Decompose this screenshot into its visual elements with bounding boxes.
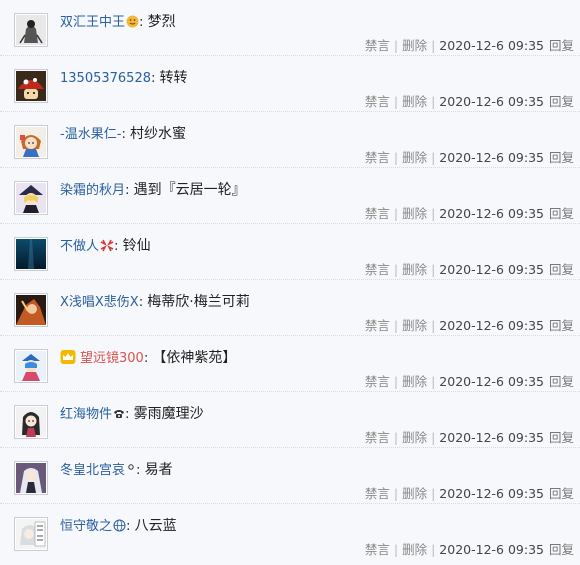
avatar[interactable] xyxy=(14,125,48,159)
ban-button[interactable]: 禁言 xyxy=(365,374,390,389)
smiley-badge-icon xyxy=(126,14,139,34)
reply-button[interactable]: 回复 xyxy=(549,542,574,557)
vip-crown-icon xyxy=(60,349,76,371)
delete-button[interactable]: 删除 xyxy=(402,430,427,445)
avatar[interactable] xyxy=(14,349,48,383)
ban-button[interactable]: 禁言 xyxy=(365,206,390,221)
comment-username[interactable]: 双汇王中王 xyxy=(60,15,125,30)
ban-button[interactable]: 禁言 xyxy=(365,150,390,165)
comment-meta: 禁言 | 删除 | 2020-12-6 09:35 回复 xyxy=(364,262,574,277)
comment-timestamp: 2020-12-6 09:35 xyxy=(439,542,544,557)
comment-timestamp: 2020-12-6 09:35 xyxy=(439,262,544,277)
delete-button[interactable]: 删除 xyxy=(402,542,427,557)
reply-button[interactable]: 回复 xyxy=(549,206,574,221)
comment-row: 恒守敬之: 八云蓝 禁言 | 删除 | 2020-12-6 09:35 回复 xyxy=(0,504,580,560)
delete-button[interactable]: 删除 xyxy=(402,374,427,389)
reply-button[interactable]: 回复 xyxy=(549,374,574,389)
comment-meta: 禁言 | 删除 | 2020-12-6 09:35 回复 xyxy=(364,150,574,165)
reply-button[interactable]: 回复 xyxy=(549,150,574,165)
degree-badge-icon xyxy=(126,462,136,482)
comment-username[interactable]: 红海物件 xyxy=(60,407,112,422)
comment-meta: 禁言 | 删除 | 2020-12-6 09:35 回复 xyxy=(364,94,574,109)
avatar[interactable] xyxy=(14,461,48,495)
comment-meta: 禁言 | 删除 | 2020-12-6 09:35 回复 xyxy=(364,374,574,389)
comment-timestamp: 2020-12-6 09:35 xyxy=(439,38,544,53)
comment-text: 梅蒂欣·梅兰可莉 xyxy=(147,294,250,310)
comment-timestamp: 2020-12-6 09:35 xyxy=(439,206,544,221)
reply-button[interactable]: 回复 xyxy=(549,94,574,109)
comment-username[interactable]: 望远镜300 xyxy=(80,351,144,366)
comment-text: 雾雨魔理沙 xyxy=(133,406,204,422)
comment-text: 村纱水蜜 xyxy=(129,126,186,142)
delete-button[interactable]: 删除 xyxy=(402,262,427,277)
reply-button[interactable]: 回复 xyxy=(549,262,574,277)
ban-button[interactable]: 禁言 xyxy=(365,94,390,109)
comment-username[interactable]: 染霜的秋月 xyxy=(60,183,125,198)
comment-row: 望远镜300: 【依神紫苑】 禁言 | 删除 | 2020-12-6 09:35 回复 xyxy=(0,336,580,392)
comment-username[interactable]: 13505376528 xyxy=(60,71,151,86)
comment-text: 转转 xyxy=(159,70,188,86)
globe-badge-icon xyxy=(113,518,126,538)
reply-button[interactable]: 回复 xyxy=(549,38,574,53)
comment-meta: 禁言 | 删除 | 2020-12-6 09:35 回复 xyxy=(364,542,574,557)
comment-meta: 禁言 | 删除 | 2020-12-6 09:35 回复 xyxy=(364,430,574,445)
comment-timestamp: 2020-12-6 09:35 xyxy=(439,150,544,165)
ban-button[interactable]: 禁言 xyxy=(365,542,390,557)
avatar[interactable] xyxy=(14,181,48,215)
anger-badge-icon xyxy=(100,238,114,258)
comment-meta: 禁言 | 删除 | 2020-12-6 09:35 回复 xyxy=(364,206,574,221)
comment-list: 双汇王中王: 梦烈 禁言 | 删除 | 2020-12-6 09:35 回复 1350537… xyxy=(0,0,580,565)
comment-text: 铃仙 xyxy=(122,238,151,254)
comment-text: 【依神紫苑】 xyxy=(152,350,237,366)
comment-username[interactable]: -温水果仁- xyxy=(60,127,121,142)
avatar[interactable] xyxy=(14,293,48,327)
comment-row: 不做人: 铃仙 禁言 | 删除 | 2020-12-6 09:35 回复 xyxy=(0,224,580,280)
reply-button[interactable]: 回复 xyxy=(549,486,574,501)
comment-username[interactable]: 不做人 xyxy=(60,239,99,254)
reply-button[interactable]: 回复 xyxy=(549,430,574,445)
comment-row: 染霜的秋月: 遇到『云居一轮』 禁言 | 删除 | 2020-12-6 09:35 回复 xyxy=(0,168,580,224)
ban-button[interactable]: 禁言 xyxy=(365,262,390,277)
delete-button[interactable]: 删除 xyxy=(402,486,427,501)
avatar[interactable] xyxy=(14,69,48,103)
delete-button[interactable]: 删除 xyxy=(402,318,427,333)
delete-button[interactable]: 删除 xyxy=(402,206,427,221)
phone-badge-icon xyxy=(113,406,125,426)
comment-row: 冬皇北宫哀: 易者 禁言 | 删除 | 2020-12-6 09:35 回复 xyxy=(0,448,580,504)
ban-button[interactable]: 禁言 xyxy=(365,430,390,445)
comment-timestamp: 2020-12-6 09:35 xyxy=(439,430,544,445)
avatar[interactable] xyxy=(14,517,48,551)
ban-button[interactable]: 禁言 xyxy=(365,38,390,53)
comment-row: -温水果仁-: 村纱水蜜 禁言 | 删除 | 2020-12-6 09:35 回复 xyxy=(0,112,580,168)
comment-meta: 禁言 | 删除 | 2020-12-6 09:35 回复 xyxy=(364,38,574,53)
comment-text: 八云蓝 xyxy=(134,518,177,534)
comment-text: 易者 xyxy=(144,462,173,478)
comment-timestamp: 2020-12-6 09:35 xyxy=(439,486,544,501)
comment-username[interactable]: 冬皇北宫哀 xyxy=(60,463,125,478)
ban-button[interactable]: 禁言 xyxy=(365,486,390,501)
avatar[interactable] xyxy=(14,237,48,271)
comment-username[interactable]: 恒守敬之 xyxy=(60,519,112,534)
comment-timestamp: 2020-12-6 09:35 xyxy=(439,94,544,109)
comment-text: 遇到『云居一轮』 xyxy=(133,182,246,198)
comment-row: 13505376528: 转转 禁言 | 删除 | 2020-12-6 09:35 回复 xyxy=(0,56,580,112)
comment-row: X浅唱X悲伤X: 梅蒂欣·梅兰可莉 禁言 | 删除 | 2020-12-6 09:35 回复 xyxy=(0,280,580,336)
reply-button[interactable]: 回复 xyxy=(549,318,574,333)
comment-row: 双汇王中王: 梦烈 禁言 | 删除 | 2020-12-6 09:35 回复 xyxy=(0,0,580,56)
avatar[interactable] xyxy=(14,13,48,47)
ban-button[interactable]: 禁言 xyxy=(365,318,390,333)
comment-meta: 禁言 | 删除 | 2020-12-6 09:35 回复 xyxy=(364,318,574,333)
delete-button[interactable]: 删除 xyxy=(402,94,427,109)
comment-row: 红海物件: 雾雨魔理沙 禁言 | 删除 | 2020-12-6 09:35 回复 xyxy=(0,392,580,448)
comment-text: 梦烈 xyxy=(147,14,176,30)
comment-timestamp: 2020-12-6 09:35 xyxy=(439,374,544,389)
delete-button[interactable]: 删除 xyxy=(402,38,427,53)
comment-username[interactable]: X浅唱X悲伤X xyxy=(60,295,139,310)
comment-timestamp: 2020-12-6 09:35 xyxy=(439,318,544,333)
delete-button[interactable]: 删除 xyxy=(402,150,427,165)
avatar[interactable] xyxy=(14,405,48,439)
comment-meta: 禁言 | 删除 | 2020-12-6 09:35 回复 xyxy=(364,486,574,501)
